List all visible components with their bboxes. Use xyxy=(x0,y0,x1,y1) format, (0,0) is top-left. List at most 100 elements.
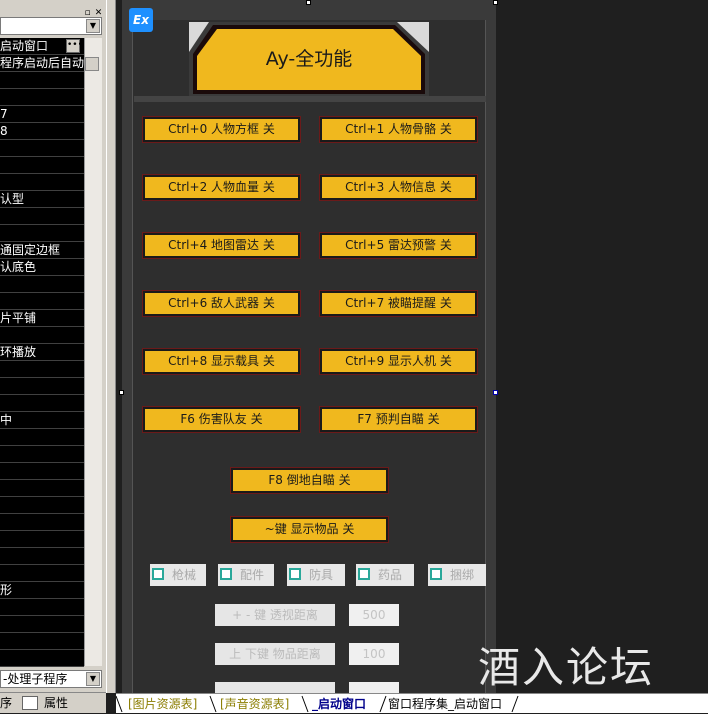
item-distance-label: 上 下键 物品距离 xyxy=(215,643,335,665)
ctrl2-health-button[interactable]: Ctrl+2 人物血量 关 xyxy=(143,175,300,200)
tab-image-resources[interactable]: [图片资源表] xyxy=(128,695,197,713)
property-row[interactable]: 形 xyxy=(0,582,84,599)
tab-startup-window[interactable]: _启动窗口 xyxy=(312,695,366,713)
ctrl7-aim-alert-button[interactable]: Ctrl+7 被瞄提醒 关 xyxy=(320,291,477,316)
ctrl5-radar-warning-button[interactable]: Ctrl+5 雷达预警 关 xyxy=(320,233,477,258)
f7-predict-aim-button[interactable]: F7 预判自瞄 关 xyxy=(320,407,477,432)
checkbox-armor[interactable]: 防具 xyxy=(287,564,345,586)
header-title-prefix: Ay xyxy=(265,48,289,70)
property-row[interactable]: 片平铺 xyxy=(0,310,84,327)
property-row[interactable] xyxy=(0,89,84,106)
ex-badge-icon: Ex xyxy=(129,8,153,32)
item-distance-input[interactable]: 100 xyxy=(349,643,399,665)
scrollbar-thumb[interactable] xyxy=(85,57,99,71)
panel-splitter[interactable] xyxy=(106,0,116,693)
resize-handle-top[interactable] xyxy=(306,0,311,5)
event-selector[interactable]: -处理子程序 ▼ xyxy=(0,670,102,688)
tab-sound-resources[interactable]: [声音资源表] xyxy=(220,695,289,713)
checkbox-attachments[interactable]: 配件 xyxy=(218,564,274,586)
resize-handle-left[interactable] xyxy=(119,390,124,395)
partial-row-input[interactable] xyxy=(349,682,399,693)
checkbox-weapons-label: 枪械 xyxy=(172,568,197,582)
property-row[interactable]: 认底色 xyxy=(0,259,84,276)
property-row[interactable] xyxy=(0,548,84,565)
header-plate: Ay-全功能 xyxy=(189,22,429,98)
f6-friendly-fire-button[interactable]: F6 伤害队友 关 xyxy=(143,407,300,432)
resize-handle-top-right[interactable] xyxy=(493,0,498,5)
property-row[interactable] xyxy=(0,463,84,480)
checkbox-icon xyxy=(289,568,301,580)
property-row[interactable] xyxy=(0,395,84,412)
property-row[interactable] xyxy=(0,599,84,616)
property-row[interactable] xyxy=(0,276,84,293)
panel-tabs: 序 属性 xyxy=(0,692,106,713)
checkbox-medicine-label: 药品 xyxy=(378,568,403,582)
checkbox-icon xyxy=(152,568,164,580)
property-row[interactable] xyxy=(0,514,84,531)
tab-properties[interactable]: 属性 xyxy=(44,695,68,711)
property-row[interactable]: 中 xyxy=(0,412,84,429)
panel-window-buttons: ▫ ✕ xyxy=(82,0,106,18)
property-row[interactable] xyxy=(0,208,84,225)
event-selector-value: -处理子程序 xyxy=(3,672,68,686)
property-list[interactable]: 启动窗口 程序启动后自动 7 8 认型 通固定边框 认底色 片平铺 环播放中形 xyxy=(0,38,84,667)
tab-window-program-set[interactable]: 窗口程序集_启动窗口 xyxy=(388,695,502,713)
property-row[interactable] xyxy=(0,446,84,463)
ctrl1-skeleton-button[interactable]: Ctrl+1 人物骨骼 关 xyxy=(320,117,477,142)
property-row[interactable] xyxy=(0,531,84,548)
property-row[interactable] xyxy=(0,429,84,446)
ctrl4-radar-button[interactable]: Ctrl+4 地图雷达 关 xyxy=(143,233,300,258)
partial-row-label xyxy=(215,682,335,693)
checkbox-attachments-label: 配件 xyxy=(240,568,265,582)
object-selector[interactable]: ▼ xyxy=(0,17,102,35)
header-title-suffix: -全功能 xyxy=(288,48,353,70)
property-row[interactable] xyxy=(0,72,84,89)
see-through-distance-label: + - 键 透视距离 xyxy=(215,604,335,626)
ctrl0-box-button[interactable]: Ctrl+0 人物方框 关 xyxy=(143,117,300,142)
property-row[interactable]: 7 xyxy=(0,106,84,123)
tilde-show-items-button[interactable]: ~键 显示物品 关 xyxy=(231,517,388,542)
checkbox-bundle[interactable]: 捆绑 xyxy=(428,564,486,586)
checkbox-medicine[interactable]: 药品 xyxy=(356,564,414,586)
property-row[interactable] xyxy=(0,565,84,582)
tab-program[interactable]: 序 xyxy=(0,695,12,711)
property-row[interactable] xyxy=(0,327,84,344)
header-divider xyxy=(134,96,486,102)
property-row[interactable] xyxy=(0,140,84,157)
property-scrollbar[interactable] xyxy=(84,38,102,666)
property-row[interactable]: 通固定边框 xyxy=(0,242,84,259)
property-row[interactable] xyxy=(0,225,84,242)
property-row[interactable] xyxy=(0,616,84,633)
property-row[interactable]: 认型 xyxy=(0,191,84,208)
property-row[interactable]: 8 xyxy=(0,123,84,140)
property-row[interactable] xyxy=(0,174,84,191)
checkbox-armor-label: 防具 xyxy=(309,568,334,582)
property-row[interactable]: 环播放 xyxy=(0,344,84,361)
see-through-distance-input[interactable]: 500 xyxy=(349,604,399,626)
checkbox-bundle-label: 捆绑 xyxy=(450,568,475,582)
ctrl6-enemy-weapon-button[interactable]: Ctrl+6 敌人武器 关 xyxy=(143,291,300,316)
ctrl3-info-button[interactable]: Ctrl+3 人物信息 关 xyxy=(320,175,477,200)
property-row[interactable] xyxy=(0,633,84,650)
ctrl8-vehicle-button[interactable]: Ctrl+8 显示载具 关 xyxy=(143,349,300,374)
properties-icon xyxy=(22,696,38,710)
property-row[interactable] xyxy=(0,497,84,514)
property-row[interactable] xyxy=(0,293,84,310)
property-row[interactable] xyxy=(0,650,84,667)
header-title: Ay-全功能 xyxy=(189,44,429,74)
ctrl9-bot-button[interactable]: Ctrl+9 显示人机 关 xyxy=(320,349,477,374)
resize-handle-right[interactable] xyxy=(493,390,498,395)
property-row[interactable]: 程序启动后自动 xyxy=(0,55,84,72)
checkbox-icon xyxy=(430,568,442,580)
property-row[interactable] xyxy=(0,480,84,497)
chevron-down-icon[interactable]: ▼ xyxy=(86,672,100,686)
property-row[interactable] xyxy=(0,378,84,395)
property-row[interactable] xyxy=(0,157,84,174)
ellipsis-button[interactable]: ••• xyxy=(66,39,83,53)
checkbox-weapons[interactable]: 枪械 xyxy=(150,564,206,586)
f8-downed-aim-button[interactable]: F8 倒地自瞄 关 xyxy=(231,468,388,493)
chevron-down-icon[interactable]: ▼ xyxy=(86,19,100,33)
property-row[interactable] xyxy=(0,361,84,378)
checkbox-icon xyxy=(358,568,370,580)
checkbox-icon xyxy=(220,568,232,580)
